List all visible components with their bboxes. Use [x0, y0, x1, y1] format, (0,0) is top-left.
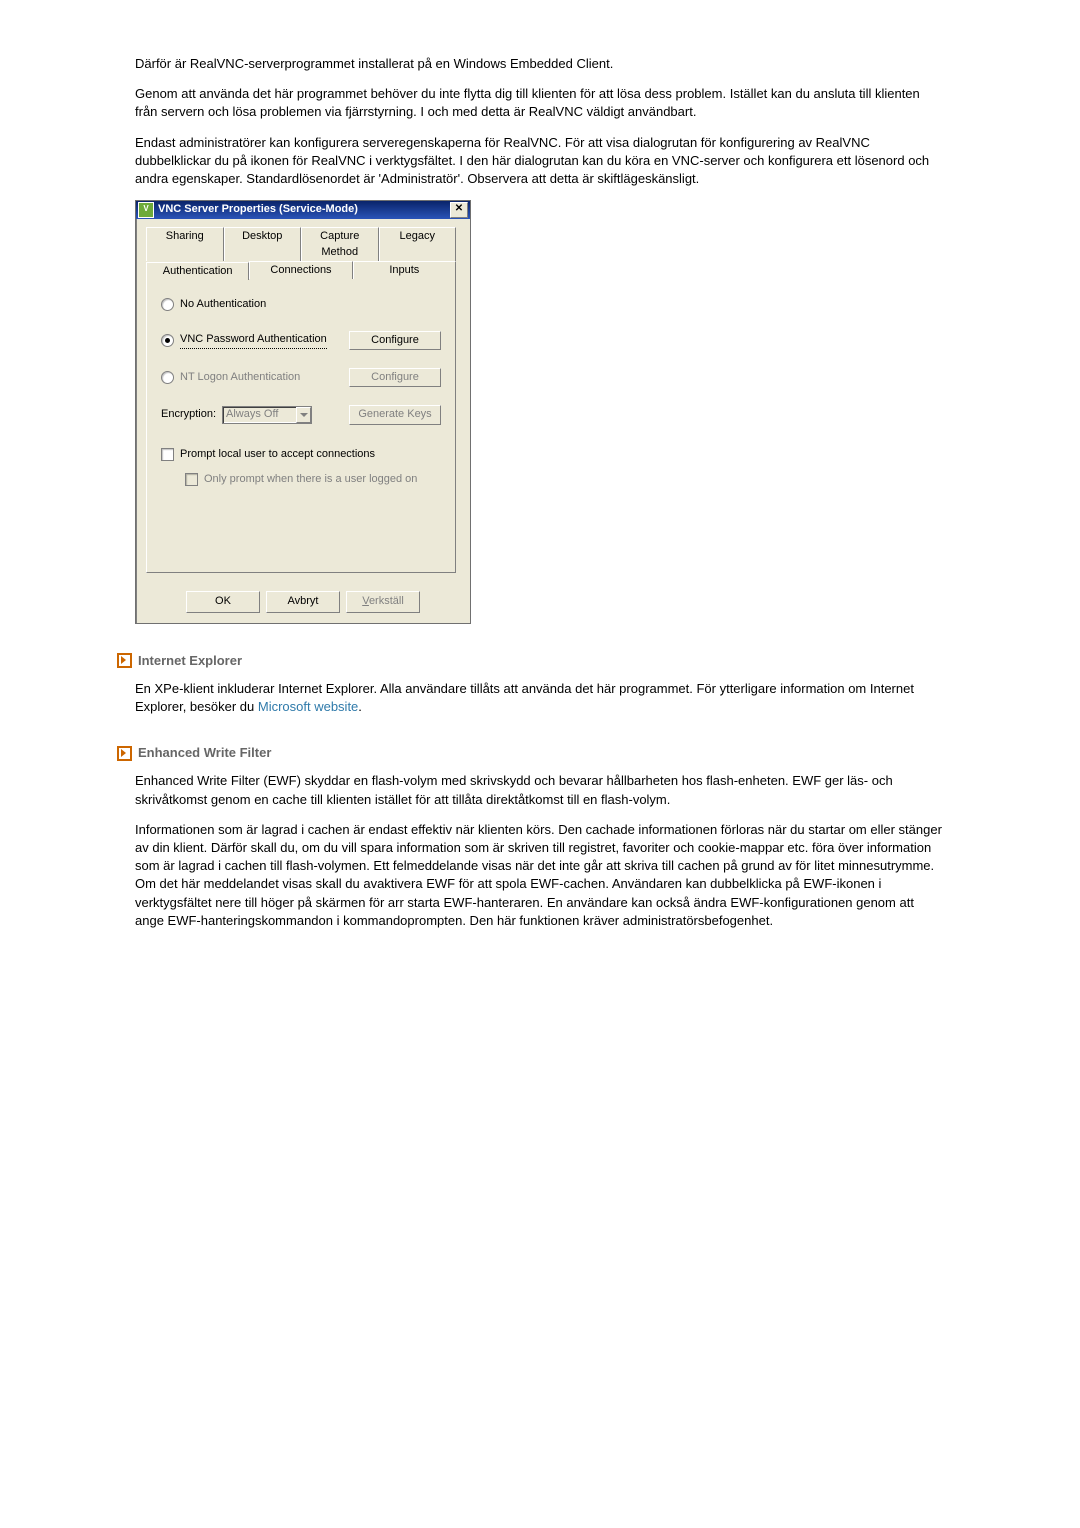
radio-nt-auth-label: NT Logon Authentication: [180, 370, 300, 385]
radio-no-auth[interactable]: [161, 298, 174, 311]
configure-nt-button: Configure: [349, 368, 441, 387]
radio-no-auth-row: No Authentication: [161, 297, 441, 312]
tab-legacy[interactable]: Legacy: [379, 227, 457, 261]
only-prompt-checkbox: [185, 473, 198, 486]
vnc-icon: V: [138, 202, 154, 218]
radio-nt-auth: [161, 371, 174, 384]
tab-desktop[interactable]: Desktop: [224, 227, 302, 261]
prompt-row: Prompt local user to accept connections: [161, 447, 441, 462]
ewf-p2: Informationen som är lagrad i cachen är …: [135, 821, 945, 930]
ms-link[interactable]: Microsoft website: [258, 699, 358, 714]
bullet-icon: [117, 653, 132, 668]
ie-body: En XPe-klient inkluderar Internet Explor…: [135, 680, 945, 716]
only-prompt-label: Only prompt when there is a user logged …: [204, 472, 417, 487]
auth-panel: No Authentication VNC Password Authentic…: [146, 278, 456, 573]
prompt-checkbox[interactable]: [161, 448, 174, 461]
encryption-label: Encryption:: [161, 407, 216, 422]
radio-pwd-auth[interactable]: [161, 334, 174, 347]
close-icon[interactable]: ✕: [450, 202, 468, 218]
intro-p2: Genom att använda det här programmet beh…: [135, 85, 945, 121]
tab-sharing[interactable]: Sharing: [146, 227, 224, 261]
radio-pwd-auth-row: VNC Password Authentication Configure: [161, 331, 441, 350]
intro-p3: Endast administratörer kan konfigurera s…: [135, 134, 945, 189]
tab-connections[interactable]: Connections: [249, 261, 352, 279]
vnc-dialog: V VNC Server Properties (Service-Mode) ✕…: [135, 200, 471, 624]
prompt-label: Prompt local user to accept connections: [180, 447, 375, 462]
apply-button: Verkställ: [346, 591, 420, 612]
radio-pwd-auth-label: VNC Password Authentication: [180, 332, 327, 348]
tab-capture[interactable]: Capture Method: [301, 227, 379, 261]
ewf-heading: Enhanced Write Filter: [138, 744, 271, 762]
intro-p1: Därför är RealVNC-serverprogrammet insta…: [135, 55, 945, 73]
dialog-title: VNC Server Properties (Service-Mode): [158, 202, 450, 217]
encryption-value: Always Off: [226, 407, 278, 422]
generate-keys-button: Generate Keys: [349, 405, 441, 424]
dialog-titlebar: V VNC Server Properties (Service-Mode) ✕: [136, 201, 470, 219]
only-prompt-row: Only prompt when there is a user logged …: [185, 472, 441, 487]
ewf-heading-row: Enhanced Write Filter: [117, 744, 945, 762]
encryption-select: Always Off: [222, 406, 312, 424]
configure-pwd-button[interactable]: Configure: [349, 331, 441, 350]
cancel-button[interactable]: Avbryt: [266, 591, 340, 612]
tab-authentication[interactable]: Authentication: [146, 262, 249, 280]
bullet-icon: [117, 746, 132, 761]
tab-inputs[interactable]: Inputs: [353, 261, 456, 279]
ok-button[interactable]: OK: [186, 591, 260, 612]
ie-heading-row: Internet Explorer: [117, 652, 945, 670]
ie-heading: Internet Explorer: [138, 652, 242, 670]
ewf-p1: Enhanced Write Filter (EWF) skyddar en f…: [135, 772, 945, 808]
chevron-down-icon: [296, 407, 311, 423]
radio-nt-auth-row: NT Logon Authentication Configure: [161, 368, 441, 387]
radio-no-auth-label: No Authentication: [180, 297, 266, 312]
